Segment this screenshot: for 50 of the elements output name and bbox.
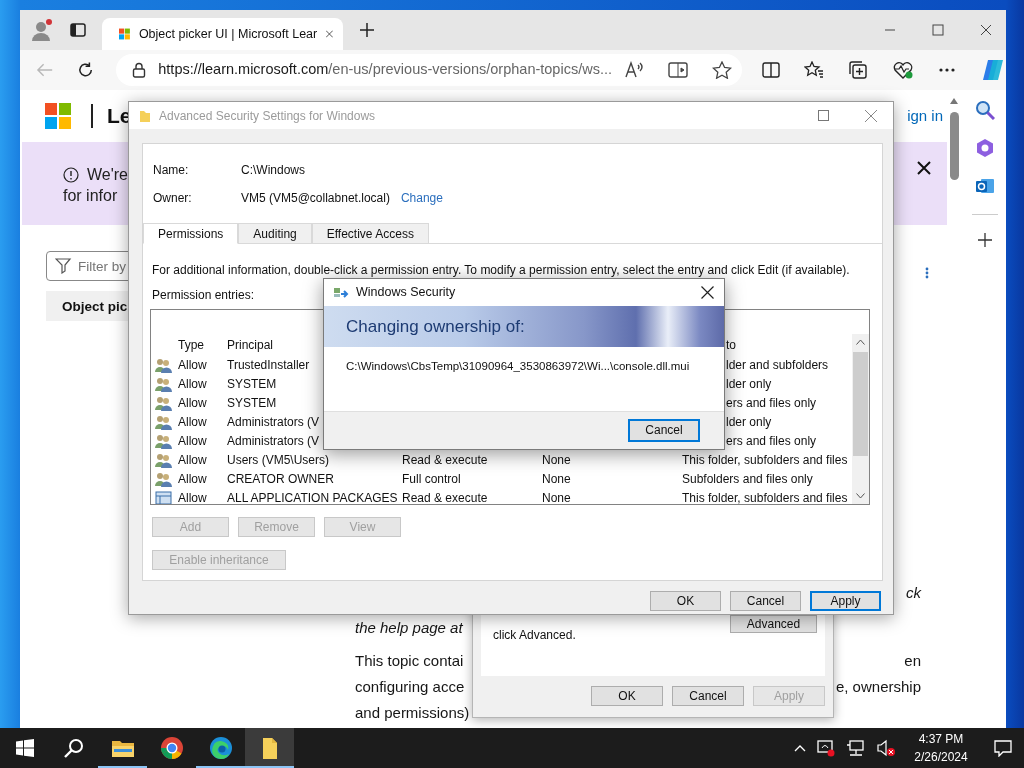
table-cell-text: lder only — [725, 413, 773, 431]
table-cell-text: Allow — [178, 413, 208, 431]
window-title: Advanced Security Settings for Windows — [159, 107, 376, 125]
body-text: the help page at — [355, 617, 463, 638]
table-cell-text: Allow — [178, 451, 208, 469]
body-text: ck — [906, 582, 921, 603]
table-cell-text: This folder, subfolders and files — [682, 489, 849, 504]
table-cell-text: Read & execute — [402, 489, 489, 504]
url-text: https://learn.microsoft.com/en-us/previous-versions/orphan-topics/ws... — [158, 60, 612, 80]
field-value: C:\Windows — [241, 162, 305, 179]
banner-text: for infor — [63, 186, 119, 206]
hint-text: click Advanced. — [493, 627, 576, 640]
table-cell-text: ers and files only — [725, 432, 818, 450]
table-cell-text: CREATOR OWNER — [227, 470, 335, 488]
table-cell-text: Read & execute — [402, 451, 489, 469]
field-label: Name: — [153, 162, 190, 179]
body-text: configuring acce — [355, 676, 465, 697]
table-cell-text: Full control — [402, 470, 462, 488]
table-cell-text: Allow — [178, 356, 208, 374]
table-cell-text: ALL APPLICATION PACKAGES — [227, 489, 399, 504]
table-cell-text: Allow — [178, 394, 208, 412]
window-title: Windows Security — [356, 284, 456, 302]
table-cell-text: Users (VM5\Users) — [227, 451, 330, 469]
table-cell-text: lder only — [725, 375, 773, 393]
table-cell-text: None — [542, 451, 572, 469]
table-cell-text: Administrators (V — [227, 432, 321, 450]
banner-text: We're — [87, 165, 128, 185]
table-cell-text: SYSTEM — [227, 375, 278, 393]
table-cell-text: Allow — [178, 489, 208, 504]
dialog-heading: Changing ownership of: — [346, 315, 525, 338]
table-cell-text: None — [542, 470, 572, 488]
table-cell-text: ers and files only — [725, 394, 818, 412]
table-cell-text: SYSTEM — [227, 394, 278, 412]
section-label: Permission entries: — [152, 288, 255, 302]
table-cell-text: Allow — [178, 375, 208, 393]
body-text: en — [904, 650, 921, 671]
info-text: For additional information, double-click a permission entry. To modify a permission entry, select the entry and click Edit (if available). — [152, 262, 851, 277]
field-label: Owner: — [153, 190, 193, 207]
body-text: and permissions) — [355, 702, 470, 723]
table-cell-text: Subfolders and files only — [682, 470, 814, 488]
table-cell-text: None — [542, 489, 572, 504]
body-text: This topic contai — [355, 650, 464, 671]
body-text: e, ownership — [835, 676, 921, 697]
field-value: VM5 (VM5@collabnet.local) — [241, 190, 390, 207]
tab-title: Object picker UI | Microsoft Lear — [138, 25, 318, 43]
table-cell-text: Administrators (V — [227, 413, 321, 431]
table-cell-text: Allow — [178, 470, 208, 488]
table-cell-text: Allow — [178, 432, 208, 450]
table-cell-text: This folder, subfolders and files — [682, 451, 849, 469]
file-path: C:\Windows\CbsTemp\31090964_3530863972\Wi...\console.dll.mui — [346, 360, 690, 372]
